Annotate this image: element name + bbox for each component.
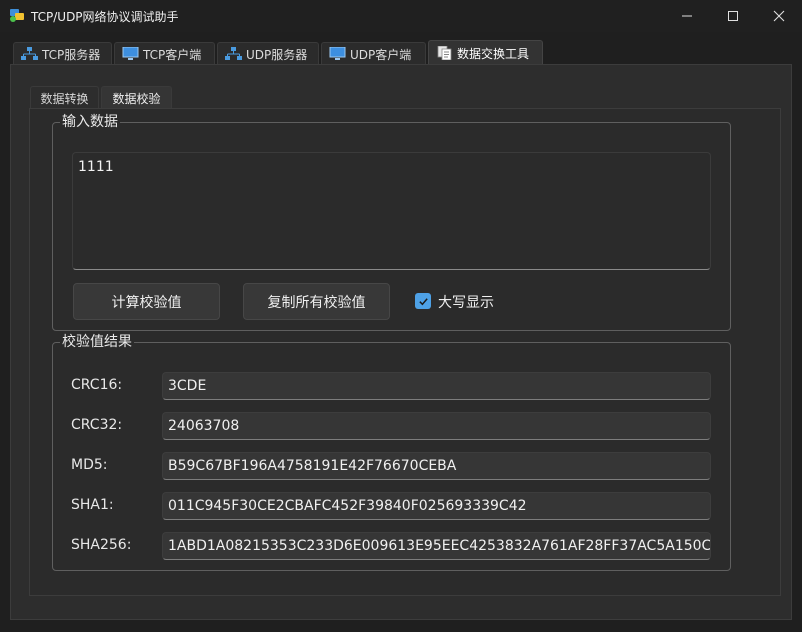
crc32-field[interactable]: 24063708	[162, 412, 711, 440]
subtab-data-verification[interactable]: 数据校验	[101, 86, 172, 110]
maximize-button[interactable]	[710, 0, 756, 32]
crc32-label: CRC32:	[71, 417, 123, 433]
uppercase-label: 大写显示	[438, 295, 494, 311]
tab-label: 数据交换工具	[457, 46, 530, 61]
tab-udp-server[interactable]: UDP服务器	[217, 42, 319, 65]
title-bar: TCP/UDP网络协议调试助手	[0, 0, 802, 32]
subtab-label: 数据转换	[40, 92, 89, 106]
uppercase-checkbox[interactable]	[415, 293, 431, 309]
monitor-icon	[329, 47, 346, 60]
minimize-icon	[682, 15, 692, 17]
tab-label: UDP客户端	[350, 47, 412, 62]
calculate-checksum-button[interactable]: 计算校验值	[73, 283, 220, 320]
md5-label: MD5:	[71, 457, 108, 473]
close-icon	[773, 10, 785, 22]
results-group-title: 校验值结果	[60, 333, 134, 351]
subtab-label: 数据校验	[112, 92, 161, 106]
tab-data-exchange-tool[interactable]: 数据交换工具	[428, 40, 543, 65]
network-icon	[225, 47, 242, 60]
tab-label: TCP服务器	[42, 47, 101, 62]
maximize-icon	[728, 11, 738, 21]
checkmark-icon	[418, 297, 428, 305]
main-tab-bar: TCP服务器 TCP客户端 UDP服务器 UDP客户端 数据交换工具	[10, 40, 792, 65]
tab-tcp-server[interactable]: TCP服务器	[13, 42, 112, 65]
tab-label: UDP服务器	[246, 47, 308, 62]
app-icon	[9, 7, 25, 23]
window-title: TCP/UDP网络协议调试助手	[31, 10, 179, 24]
network-icon	[21, 47, 38, 60]
md5-field[interactable]: B59C67BF196A4758191E42F76670CEBA	[162, 452, 711, 480]
tab-tcp-client[interactable]: TCP客户端	[114, 42, 215, 65]
tab-udp-client[interactable]: UDP客户端	[321, 42, 426, 65]
crc16-field[interactable]: 3CDE	[162, 372, 711, 400]
input-group-title: 输入数据	[60, 113, 120, 131]
close-button[interactable]	[756, 0, 802, 32]
sha1-field[interactable]: 011C945F30CE2CBAFC452F39840F025693339C42	[162, 492, 711, 520]
sha256-field[interactable]: 1ABD1A08215353C233D6E009613E95EEC4253832…	[162, 532, 711, 560]
documents-icon	[437, 46, 452, 60]
sha1-label: SHA1:	[71, 497, 114, 513]
input-textarea[interactable]: 1111	[72, 152, 711, 270]
subtab-data-conversion[interactable]: 数据转换	[30, 86, 99, 110]
crc16-label: CRC16:	[71, 377, 123, 393]
tab-label: TCP客户端	[143, 47, 202, 62]
minimize-button[interactable]	[664, 0, 710, 32]
monitor-icon	[122, 47, 139, 60]
sha256-label: SHA256:	[71, 537, 132, 553]
copy-all-checksums-button[interactable]: 复制所有校验值	[243, 283, 390, 320]
